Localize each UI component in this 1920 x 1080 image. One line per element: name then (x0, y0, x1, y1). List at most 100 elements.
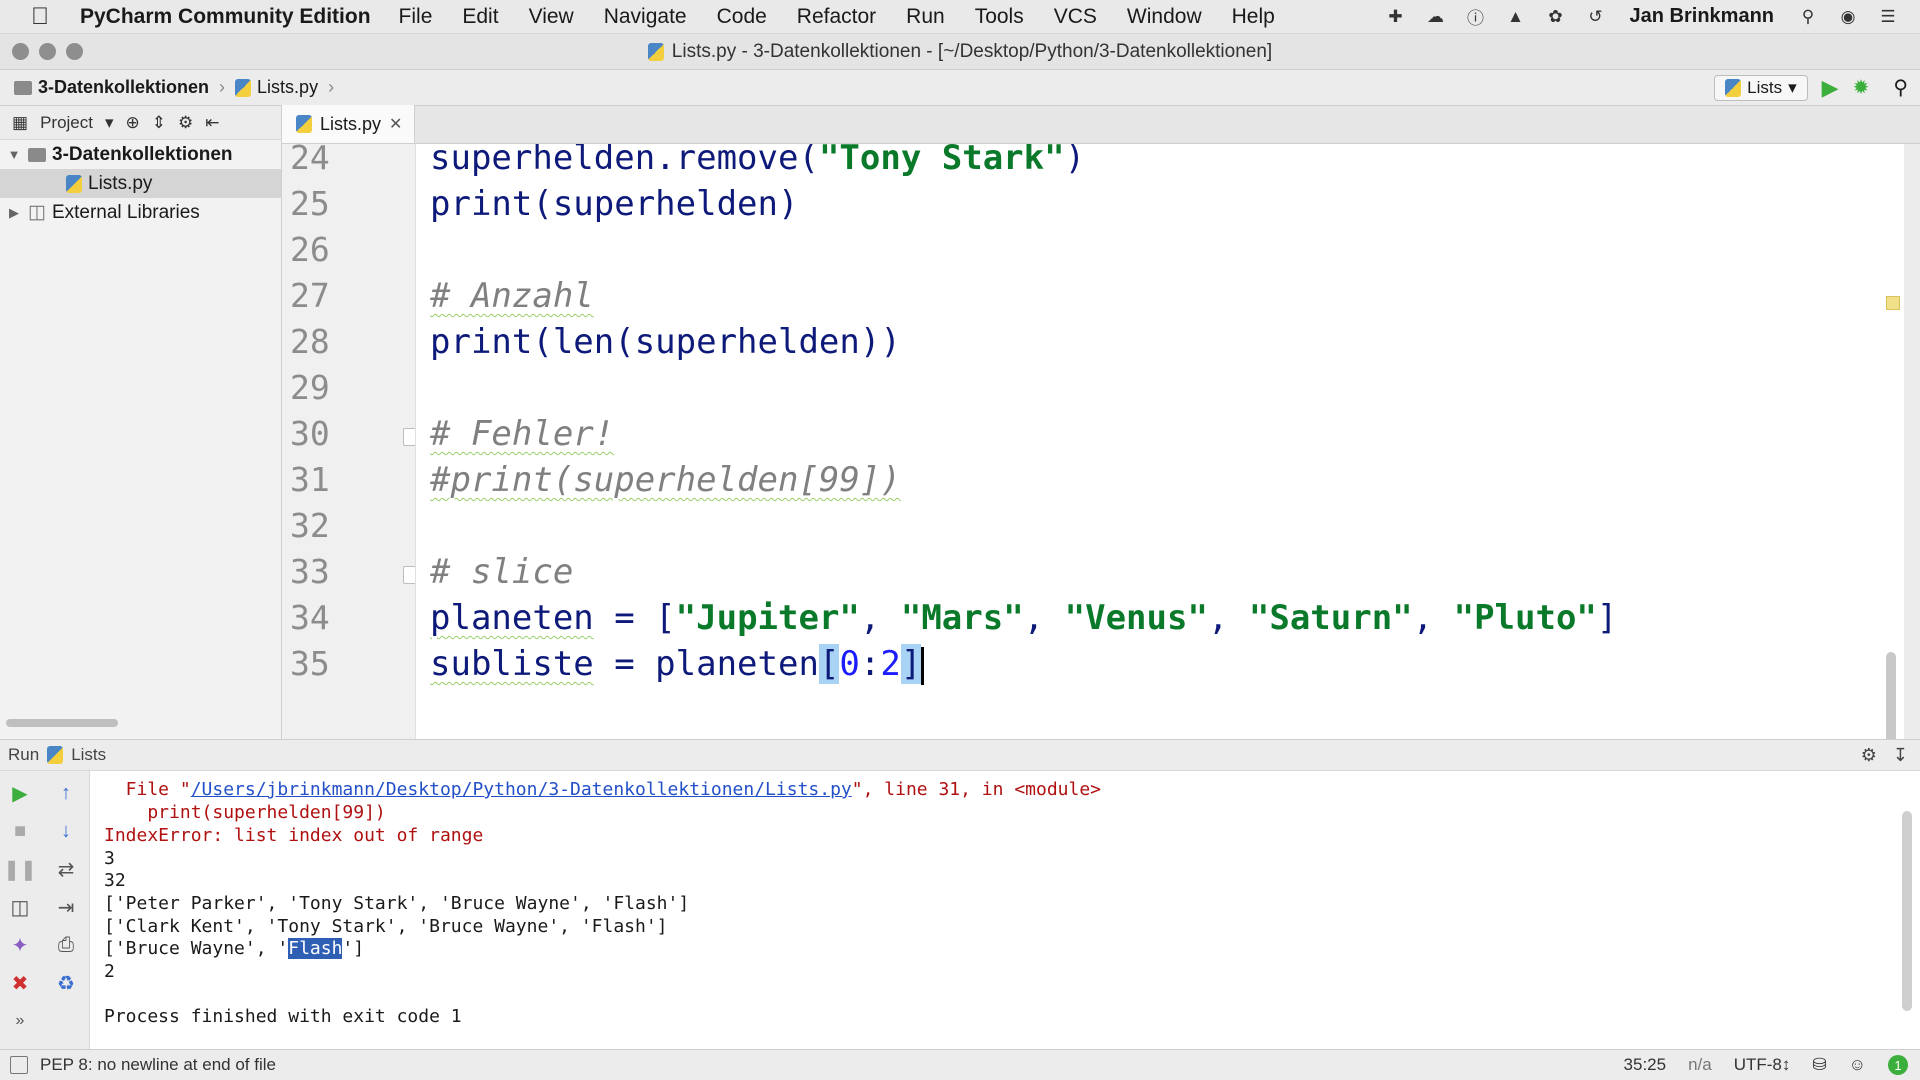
hide-panel-icon[interactable]: ⇤ (205, 113, 219, 133)
scroll-to-end-icon[interactable]: ⇥ (52, 893, 80, 921)
pin-icon[interactable]: ✦ (6, 931, 34, 959)
more-icon[interactable]: » (6, 1007, 34, 1035)
trash-icon[interactable]: ♻ (52, 969, 80, 997)
tab-lists-py[interactable]: Lists.py ✕ (282, 105, 416, 143)
breadcrumb: 3-Datenkollektionen › Lists.py › (0, 77, 338, 98)
menu-edit[interactable]: Edit (462, 5, 498, 29)
menu-navigate[interactable]: Navigate (604, 5, 687, 29)
tree-item-project-root[interactable]: ▼ 3-Datenkollektionen (0, 140, 281, 169)
tree-item-lists-py[interactable]: Lists.py (0, 169, 281, 198)
menu-run[interactable]: Run (906, 5, 945, 29)
code-editor[interactable]: superhelden.remove("Tony Stark") print(s… (416, 144, 1904, 739)
tree-item-label: 3-Datenkollektionen (52, 143, 233, 165)
project-view-icon: ▦ (12, 112, 29, 132)
line-number: 28 (290, 322, 330, 361)
scroll-from-source-icon[interactable]: ⊕ (126, 113, 140, 133)
stop-icon[interactable]: ■ (6, 817, 34, 845)
library-icon: ◫ (28, 202, 46, 223)
run-config-tab[interactable]: Lists (71, 745, 106, 765)
event-log-badge[interactable]: 1 (1888, 1055, 1908, 1075)
soft-wrap-icon[interactable]: ⇄ (52, 855, 80, 883)
hide-panel-icon[interactable]: ↧ (1893, 745, 1908, 766)
console-output[interactable]: File "/Users/jbrinkmann/Desktop/Python/3… (90, 771, 1920, 1049)
breadcrumb-project[interactable]: 3-Datenkollektionen (38, 77, 209, 98)
tree-item-external-libraries[interactable]: ▶ ◫ External Libraries (0, 198, 281, 227)
code-line-24: superhelden.remove("Tony Stark") (430, 144, 1086, 178)
line-separator[interactable]: n/a (1688, 1055, 1712, 1075)
siri-icon[interactable]: ◉ (1836, 5, 1860, 29)
inspector-icon[interactable]: ☺ (1849, 1055, 1866, 1075)
menu-window[interactable]: Window (1127, 5, 1202, 29)
vertical-scrollbar[interactable] (1886, 652, 1896, 739)
run-config-selector[interactable]: Lists ▾ (1714, 74, 1808, 101)
menu-vcs[interactable]: VCS (1054, 5, 1097, 29)
close-window-button[interactable] (12, 43, 29, 60)
menu-help[interactable]: Help (1232, 5, 1275, 29)
menu-tools[interactable]: Tools (975, 5, 1024, 29)
collapse-all-icon[interactable]: ⇕ (152, 113, 166, 133)
chevron-down-icon[interactable]: ▾ (105, 113, 114, 133)
editor-tab-bar: Lists.py ✕ (282, 105, 1920, 144)
minimize-window-button[interactable] (39, 43, 56, 60)
window-title: Lists.py - 3-Datenkollektionen - [~/Desk… (671, 40, 1273, 62)
file-encoding[interactable]: UTF-8↕ (1734, 1055, 1791, 1075)
python-file-icon (235, 78, 252, 97)
list-icon[interactable]: ☰ (1876, 5, 1900, 29)
pause-icon[interactable]: ❚❚ (3, 855, 37, 883)
leaf-icon[interactable]: ✿ (1544, 5, 1568, 29)
gear-icon[interactable]: ⚙ (178, 113, 193, 133)
menu-file[interactable]: File (399, 5, 433, 29)
lock-icon[interactable]: ⛁ (1812, 1055, 1826, 1075)
console-line: 32 (104, 870, 126, 891)
cloud-icon[interactable]: ☁ (1424, 5, 1448, 29)
info-icon[interactable]: ⓘ (1464, 5, 1488, 29)
zoom-window-button[interactable] (66, 43, 83, 60)
debug-icon[interactable]: ✹ (1853, 75, 1870, 100)
app-name-menu[interactable]: PyCharm Community Edition (80, 5, 371, 29)
search-icon[interactable]: ⚲ (1796, 5, 1820, 29)
console-line: File "/Users/jbrinkmann/Desktop/Python/3… (104, 779, 1102, 800)
scroll-down-icon[interactable]: ↓ (52, 817, 80, 845)
console-scrollbar[interactable] (1902, 811, 1912, 1011)
caret-position[interactable]: 35:25 (1624, 1055, 1667, 1075)
ghost-icon[interactable]: ▲ (1504, 5, 1528, 29)
menu-code[interactable]: Code (717, 5, 767, 29)
menu-view[interactable]: View (529, 5, 574, 29)
print-icon[interactable]: ⎙ (52, 931, 80, 959)
line-number: 34 (290, 598, 330, 637)
search-everywhere-icon[interactable]: ⚲ (1893, 75, 1908, 100)
console-line: 2 (104, 961, 115, 982)
tab-label: Lists.py (320, 113, 382, 134)
file-icon (647, 42, 664, 61)
line-number: 31 (290, 460, 330, 499)
scroll-up-icon[interactable]: ↑ (52, 779, 80, 807)
collapsed-arrow-icon[interactable]: ▶ (6, 205, 22, 221)
apple-icon[interactable]:  (0, 3, 80, 31)
fold-marker-icon[interactable] (403, 566, 415, 584)
traceback-file-link[interactable]: /Users/jbrinkmann/Desktop/Python/3-Daten… (191, 779, 852, 800)
project-view-selector[interactable]: Project (40, 113, 93, 133)
run-icon[interactable]: ▶ (1822, 75, 1839, 101)
chevron-right-icon: › (219, 77, 226, 97)
tool-windows-icon[interactable] (10, 1056, 28, 1074)
status-message[interactable]: PEP 8: no newline at end of file (40, 1055, 276, 1075)
fold-marker-icon[interactable] (403, 428, 415, 446)
horizontal-scrollbar[interactable] (6, 719, 118, 727)
history-icon[interactable]: ↺ (1584, 5, 1608, 29)
layout-icon[interactable]: ◫ (6, 893, 34, 921)
gear-icon[interactable]: ⚙ (1861, 745, 1877, 766)
close-tab-icon[interactable]: ✕ (389, 114, 402, 134)
inspection-status-icon[interactable] (1886, 296, 1900, 310)
plus-icon[interactable]: ✚ (1384, 5, 1408, 29)
user-name[interactable]: Jan Brinkmann (1630, 5, 1774, 28)
menu-refactor[interactable]: Refactor (797, 5, 876, 29)
code-line-35: subliste = planeten[0:2] (430, 642, 925, 686)
breadcrumb-file[interactable]: Lists.py (257, 77, 318, 98)
expanded-arrow-icon[interactable]: ▼ (6, 147, 22, 162)
python-file-icon (1725, 78, 1742, 97)
text-caret (921, 646, 925, 685)
run-panel-controls: ⚙ ↧ (1861, 745, 1920, 766)
close-run-icon[interactable]: ✖ (6, 969, 34, 997)
rerun-icon[interactable]: ▶ (6, 779, 34, 807)
console-line: ['Clark Kent', 'Tony Stark', 'Bruce Wayn… (104, 916, 668, 937)
